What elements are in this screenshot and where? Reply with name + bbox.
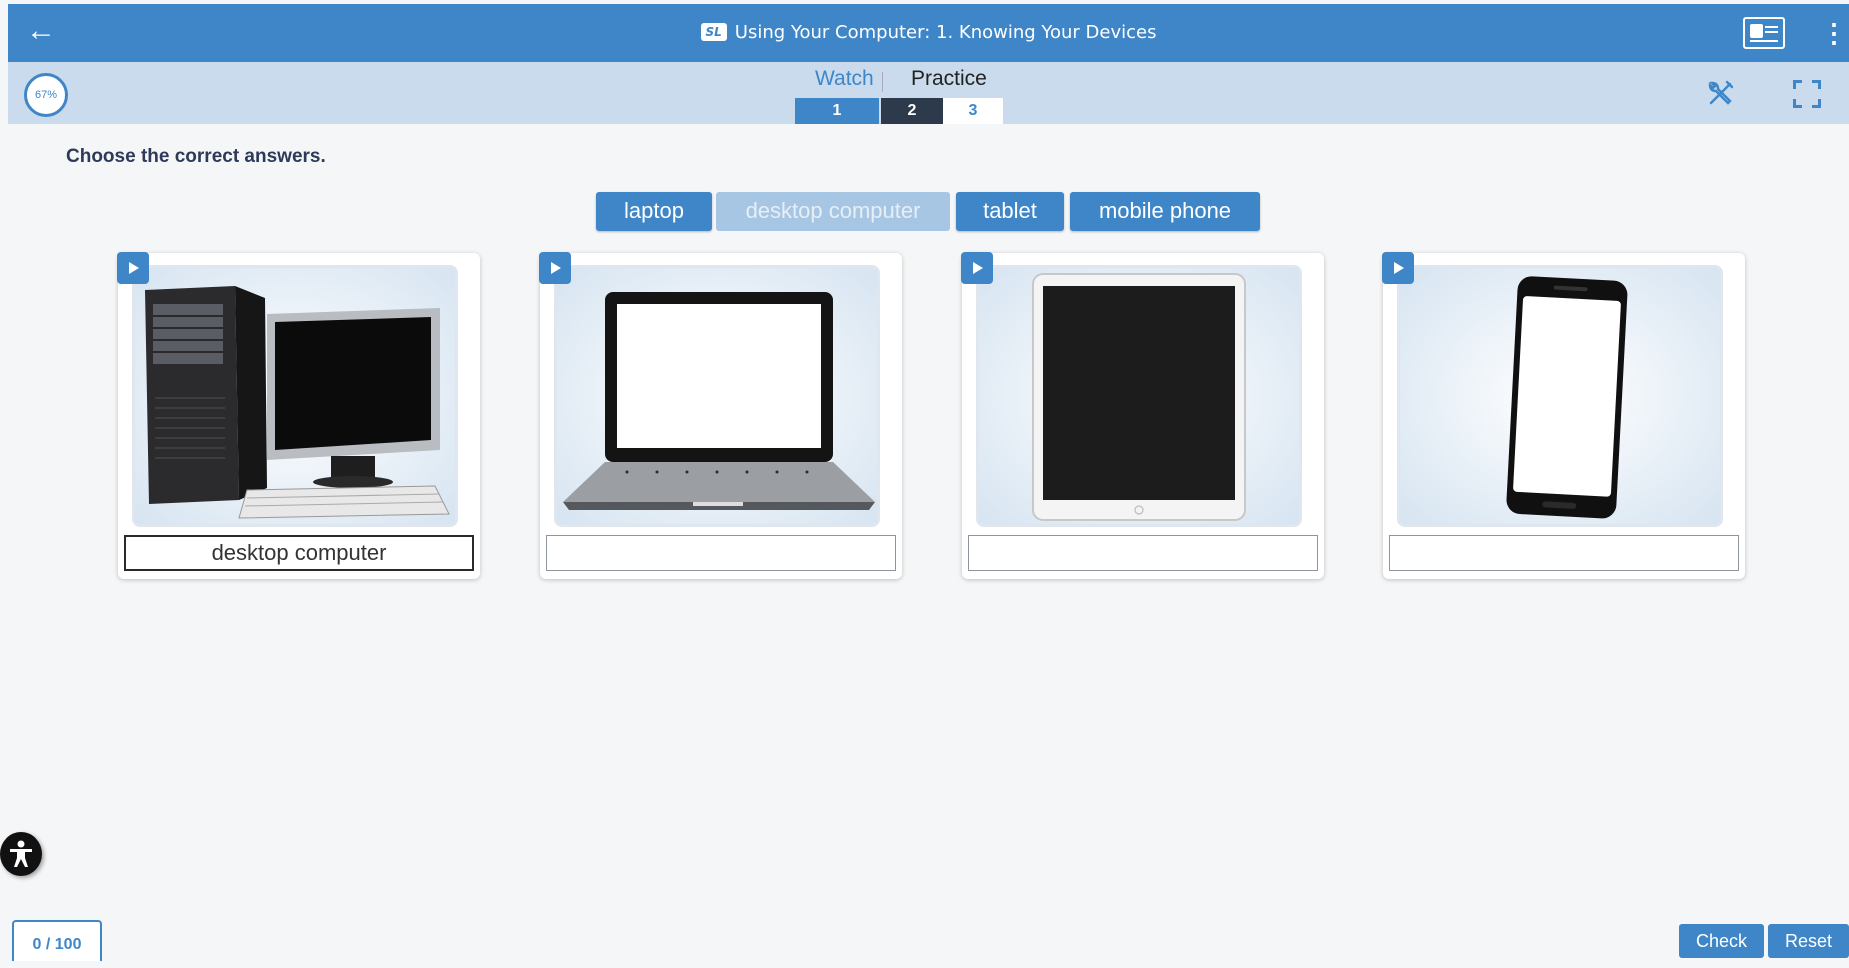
accessibility-icon[interactable] xyxy=(0,832,42,876)
answer-field[interactable] xyxy=(968,535,1318,571)
step-3[interactable]: 3 xyxy=(943,98,1003,124)
sl-logo-badge: SL xyxy=(700,23,727,41)
word-chip-tablet[interactable]: tablet xyxy=(956,192,1064,231)
play-audio-icon[interactable] xyxy=(117,252,149,284)
step-1[interactable]: 1 xyxy=(795,98,879,124)
device-card-mobile-phone xyxy=(1382,252,1745,579)
progress-indicator: 67% xyxy=(24,73,68,117)
instruction-text: Choose the correct answers. xyxy=(66,146,326,167)
word-chip-desktop-computer[interactable]: desktop computer xyxy=(716,192,950,231)
device-card-laptop xyxy=(539,252,902,579)
device-card-desktop: desktop computer xyxy=(117,252,480,579)
play-audio-icon[interactable] xyxy=(539,252,571,284)
step-2[interactable]: 2 xyxy=(881,98,943,124)
laptop-image xyxy=(554,265,880,527)
play-audio-icon[interactable] xyxy=(1382,252,1414,284)
step-indicator: 1 2 3 xyxy=(795,98,1015,124)
word-chip-laptop[interactable]: laptop xyxy=(596,192,712,231)
tab-watch[interactable]: Watch xyxy=(815,67,874,91)
more-options-icon[interactable]: ⋮ xyxy=(1821,18,1847,48)
presenter-card-icon[interactable] xyxy=(1743,17,1785,49)
lesson-navigation-bar: 67% Watch Practice 1 2 3 xyxy=(8,62,1849,124)
device-card-tablet xyxy=(961,252,1324,579)
top-bar: ← SL Using Your Computer: 1. Knowing Your… xyxy=(8,4,1849,62)
tools-icon[interactable] xyxy=(1705,78,1737,110)
tablet-image xyxy=(976,265,1302,527)
mobile-phone-image xyxy=(1397,265,1723,527)
answer-field[interactable] xyxy=(1389,535,1739,571)
answer-field[interactable] xyxy=(546,535,896,571)
score-badge: 0 / 100 xyxy=(12,920,102,961)
lesson-title: SL Using Your Computer: 1. Knowing Your D… xyxy=(8,22,1849,43)
check-button[interactable]: Check xyxy=(1679,924,1764,958)
answer-field[interactable]: desktop computer xyxy=(124,535,474,571)
desktop-computer-image xyxy=(132,265,458,527)
tab-practice[interactable]: Practice xyxy=(911,67,987,91)
lesson-title-text: Using Your Computer: 1. Knowing Your Dev… xyxy=(734,22,1157,43)
word-chip-mobile-phone[interactable]: mobile phone xyxy=(1070,192,1260,231)
tab-divider xyxy=(882,72,883,92)
fullscreen-icon[interactable] xyxy=(1793,80,1821,108)
play-audio-icon[interactable] xyxy=(961,252,993,284)
reset-button[interactable]: Reset xyxy=(1768,924,1849,958)
